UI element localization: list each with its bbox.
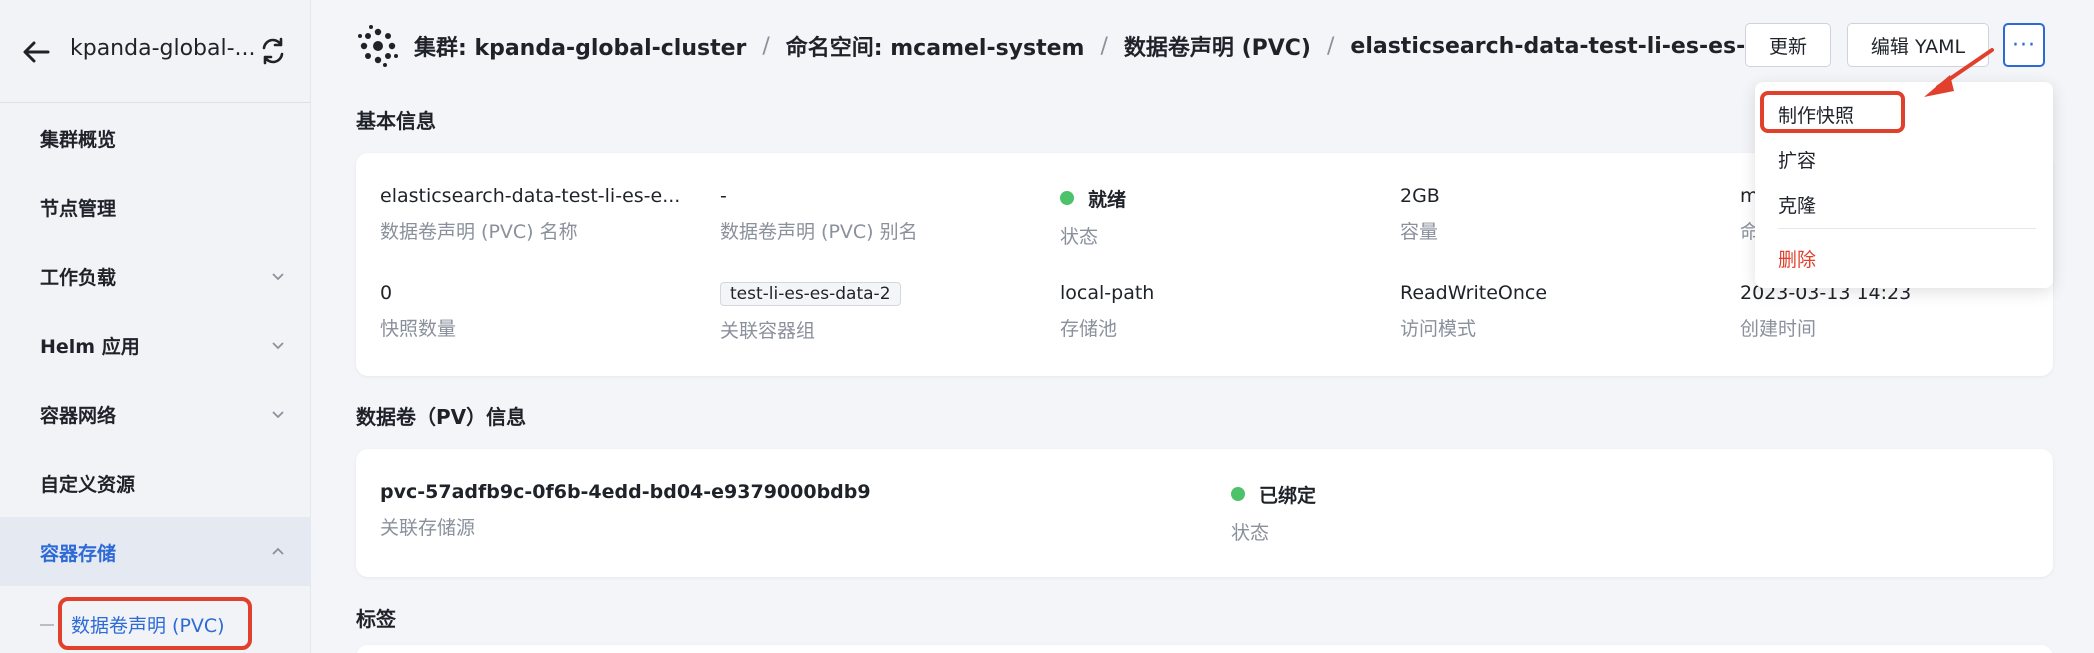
info-cell-capacity: 2GB 容量 xyxy=(1400,185,1440,244)
info-value: local-path xyxy=(1060,282,1155,304)
breadcrumb-namespace[interactable]: 命名空间: mcamel-system xyxy=(786,30,1085,62)
chevron-down-icon xyxy=(272,273,284,281)
highlight-box-pvc xyxy=(58,597,252,650)
info-label: 访问模式 xyxy=(1400,318,1477,340)
info-label: 容量 xyxy=(1400,221,1439,243)
back-arrow-icon[interactable] xyxy=(20,36,52,68)
info-label: 关联容器组 xyxy=(720,320,816,342)
info-cell-storage-class: local-path 存储池 xyxy=(1060,282,1154,341)
info-value: ReadWriteOnce xyxy=(1400,282,1548,304)
info-value: 2GB xyxy=(1400,185,1440,207)
pointer-arrow-icon xyxy=(1924,48,1994,97)
status-text: 就绪 xyxy=(1088,189,1127,211)
breadcrumb: 集群: kpanda-global-cluster / 命名空间: mcamel… xyxy=(356,22,1826,70)
sidebar-item-label: 自定义资源 xyxy=(40,474,136,496)
info-cell-pod: test-li-es-es-data-2 关联容器组 xyxy=(720,282,901,343)
pv-info-card: pvc-57adfb9c-0f6b-4edd-bd04-e9379000bdb9… xyxy=(356,449,2053,577)
sidebar-item-helm-apps[interactable]: Helm 应用 xyxy=(0,310,311,379)
switch-cluster-icon[interactable] xyxy=(258,36,288,66)
chevron-up-icon xyxy=(272,547,284,555)
sidebar-item-label: 容器网络 xyxy=(40,405,117,427)
menu-divider xyxy=(1778,228,2036,229)
sidebar-item-label: 集群概览 xyxy=(40,129,117,151)
info-value: test-li-es-es-data-2 xyxy=(720,282,901,306)
sidebar-item-cluster-overview[interactable]: 集群概览 xyxy=(0,103,311,172)
info-cell-pvc-alias: - 数据卷声明 (PVC) 别名 xyxy=(720,185,918,244)
pv-volume-name[interactable]: pvc-57adfb9c-0f6b-4edd-bd04-e9379000bdb9 xyxy=(380,481,871,503)
status-bound-dot xyxy=(1231,487,1245,501)
sidebar-item-custom-resources[interactable]: 自定义资源 xyxy=(0,448,311,517)
menu-item-expand[interactable]: 扩容 xyxy=(1778,146,1816,173)
sidebar-item-workloads[interactable]: 工作负载 xyxy=(0,241,311,310)
pod-tag[interactable]: test-li-es-es-data-2 xyxy=(720,282,901,306)
sidebar-header: kpanda-global-... xyxy=(0,0,311,103)
status-ready-dot xyxy=(1060,191,1074,205)
cluster-name: kpanda-global-... xyxy=(70,36,256,61)
info-label: 数据卷声明 (PVC) 别名 xyxy=(720,221,918,243)
menu-item-delete[interactable]: 删除 xyxy=(1778,245,1816,272)
sidebar-item-label: Helm 应用 xyxy=(40,336,140,358)
chevron-down-icon xyxy=(272,411,284,419)
pv-cell-status: 已绑定 状态 xyxy=(1231,481,1316,545)
sidebar-item-node-management[interactable]: 节点管理 xyxy=(0,172,311,241)
subitem-dash xyxy=(40,624,54,626)
labels-title: 标签 xyxy=(356,607,396,631)
highlight-box-snapshot xyxy=(1760,91,1905,133)
info-value-status: 就绪 xyxy=(1060,185,1126,212)
pv-info-title: 数据卷（PV）信息 xyxy=(356,405,527,429)
info-cell-access-mode: ReadWriteOnce 访问模式 xyxy=(1400,282,1547,341)
chevron-down-icon xyxy=(272,342,284,350)
info-cell-pvc-name: elasticsearch-data-test-li-es-e... 数据卷声明… xyxy=(380,185,680,244)
breadcrumb-kind[interactable]: 数据卷声明 (PVC) xyxy=(1124,30,1311,62)
basic-info-title: 基本信息 xyxy=(356,109,436,133)
info-label: 创建时间 xyxy=(1740,318,1817,340)
sidebar-item-container-storage[interactable]: 容器存储 xyxy=(0,517,311,586)
pv-cell-volume: pvc-57adfb9c-0f6b-4edd-bd04-e9379000bdb9… xyxy=(380,481,871,540)
info-label: 状态 xyxy=(1231,522,1270,544)
info-cell-snapshot-count: 0 快照数量 xyxy=(380,282,456,341)
info-value: elasticsearch-data-test-li-es-e... xyxy=(380,185,681,207)
info-cell-status: 就绪 状态 xyxy=(1060,185,1126,249)
cluster-logo-icon xyxy=(358,25,398,67)
sidebar-item-container-network[interactable]: 容器网络 xyxy=(0,379,311,448)
info-label: 状态 xyxy=(1060,226,1099,248)
info-label: 快照数量 xyxy=(380,318,457,340)
info-value: 0 xyxy=(380,282,393,304)
info-cell-created-at: 2023-03-13 14:23 创建时间 xyxy=(1740,282,1911,341)
info-label: 存储池 xyxy=(1060,318,1118,340)
info-label: 数据卷声明 (PVC) 名称 xyxy=(380,221,578,243)
info-label: 关联存储源 xyxy=(380,517,476,539)
update-button[interactable]: 更新 xyxy=(1745,23,1831,67)
menu-item-clone[interactable]: 克隆 xyxy=(1778,191,1816,218)
breadcrumb-separator: / xyxy=(1326,33,1335,59)
info-value: - xyxy=(720,185,727,207)
breadcrumb-separator: / xyxy=(1100,33,1108,59)
labels-card xyxy=(356,645,2053,653)
sidebar-item-label: 容器存储 xyxy=(40,543,117,565)
pv-status-value: 已绑定 xyxy=(1231,481,1316,508)
sidebar-item-label: 节点管理 xyxy=(40,198,117,220)
sidebar: kpanda-global-... 集群概览 节点管理 工作负载 Helm 应用… xyxy=(0,0,311,653)
breadcrumb-separator: / xyxy=(762,33,770,59)
breadcrumb-cluster[interactable]: 集群: kpanda-global-cluster xyxy=(414,30,746,62)
status-text: 已绑定 xyxy=(1259,485,1317,507)
sidebar-item-label: 工作负载 xyxy=(40,267,117,289)
